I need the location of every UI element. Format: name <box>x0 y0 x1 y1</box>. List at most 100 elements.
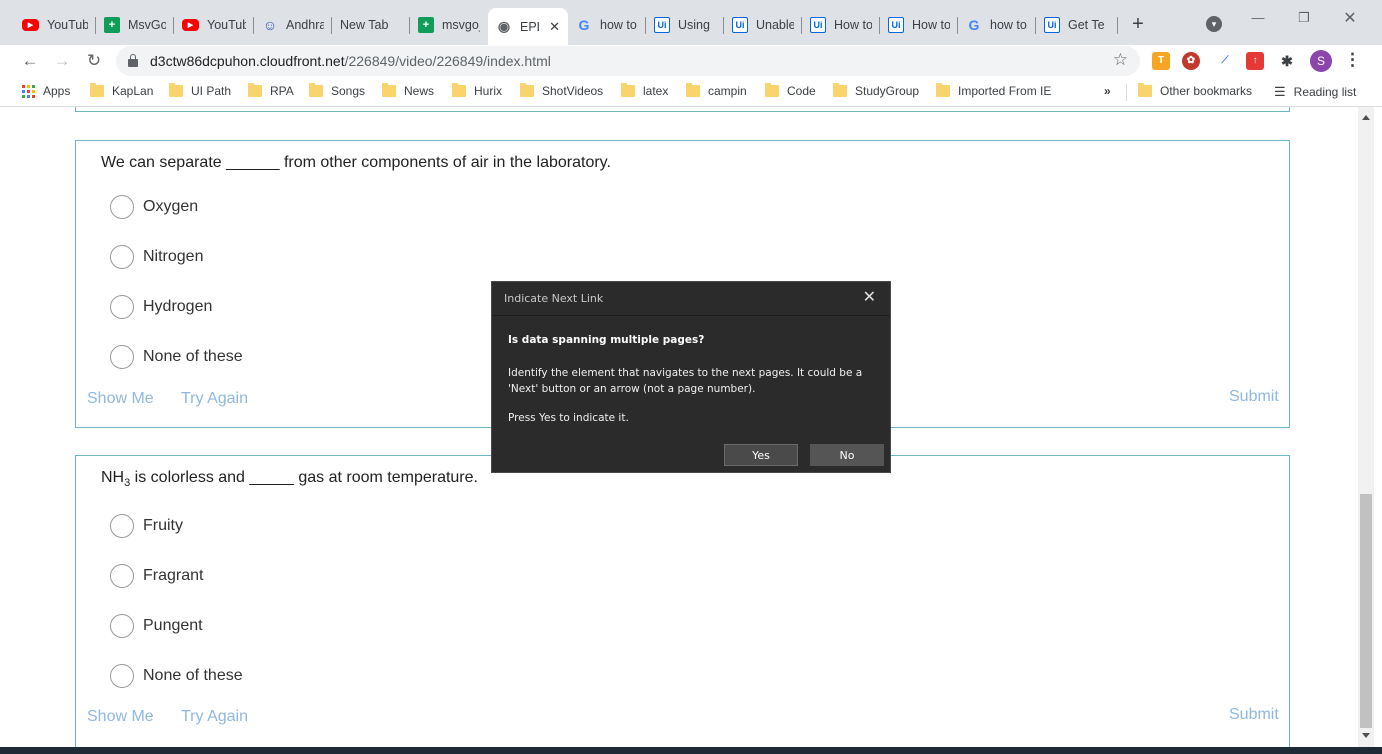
close-icon[interactable]: ✕ <box>863 287 876 306</box>
dialog-divider <box>492 315 890 316</box>
profile-avatar[interactable]: S <box>1310 50 1332 72</box>
bookmarks-divider <box>1126 84 1127 101</box>
radio-button[interactable] <box>110 195 134 219</box>
folder-icon <box>686 83 700 97</box>
folder-icon <box>936 83 950 97</box>
question-text: We can separate ______ from other compon… <box>101 154 611 171</box>
restore-icon[interactable]: ❐ <box>1284 10 1324 26</box>
browser-tab-active[interactable]: ◉ EPL ✕ <box>488 8 568 45</box>
extension-icon[interactable]: T <box>1152 52 1170 70</box>
uipath-icon: Ui <box>810 17 826 33</box>
minimize-icon[interactable]: — <box>1238 10 1278 25</box>
bookmark-folder[interactable]: Imported From IE <box>936 83 1051 98</box>
other-bookmarks[interactable]: Other bookmarks <box>1138 83 1252 98</box>
browser-tab[interactable]: Ui Get Te <box>1036 10 1118 40</box>
bookmark-folder[interactable]: KapLan <box>90 83 153 98</box>
bookmark-folder[interactable]: UI Path <box>169 83 231 98</box>
browser-tab[interactable]: Ui Unable <box>724 10 802 40</box>
browser-tab[interactable]: ▶ YouTub <box>14 10 96 40</box>
browser-tab[interactable]: Ui How to <box>880 10 958 40</box>
address-bar[interactable]: d3ctw86dcpuhon.cloudfront.net/226849/vid… <box>116 46 1140 76</box>
answer-option[interactable]: Pungent <box>110 614 203 638</box>
bookmark-star-icon[interactable]: ☆ <box>1113 50 1128 70</box>
submit-button[interactable]: Submit <box>1229 706 1279 724</box>
question-text: NH3 is colorless and _____ gas at room t… <box>101 469 478 490</box>
radio-button[interactable] <box>110 564 134 588</box>
folder-icon <box>90 83 104 97</box>
folder-icon <box>382 83 396 97</box>
window-close-icon[interactable]: ✕ <box>1330 8 1370 28</box>
bookmark-folder[interactable]: RPA <box>248 83 294 98</box>
bookmark-folder[interactable]: latex <box>621 83 668 98</box>
answer-option[interactable]: None of these <box>110 345 243 369</box>
page-scrollbar[interactable] <box>1358 107 1374 747</box>
url-text: d3ctw86dcpuhon.cloudfront.net/226849/vid… <box>150 53 551 69</box>
extension-icon[interactable]: ✿ <box>1182 52 1200 70</box>
sheets-icon: + <box>104 17 120 33</box>
close-tab-icon[interactable]: ✕ <box>549 19 560 35</box>
previous-question-card <box>75 107 1290 112</box>
radio-button[interactable] <box>110 295 134 319</box>
yes-button[interactable]: Yes <box>724 444 798 466</box>
indicate-next-link-dialog: Indicate Next Link ✕ Is data spanning mu… <box>491 281 891 473</box>
radio-button[interactable] <box>110 514 134 538</box>
radio-button[interactable] <box>110 664 134 688</box>
reading-list[interactable]: ☰ Reading list <box>1274 84 1356 100</box>
reload-icon[interactable]: ↻ <box>82 49 106 73</box>
bookmarks-bar: Apps KapLan UI Path RPA Songs News Hurix… <box>0 77 1382 107</box>
browser-tab[interactable]: Ui Using <box>646 10 724 40</box>
bookmark-apps[interactable]: Apps <box>22 84 70 98</box>
tab-search-icon[interactable]: ▾ <box>1206 16 1222 32</box>
dialog-hint: Press Yes to indicate it. <box>508 412 629 424</box>
google-icon: G <box>968 17 980 33</box>
bookmarks-overflow-button[interactable]: » <box>1104 84 1111 98</box>
browser-tab[interactable]: New Tab <box>332 10 410 40</box>
scrollbar-thumb[interactable] <box>1360 494 1372 728</box>
new-tab-button[interactable]: + <box>1126 12 1150 36</box>
os-taskbar <box>0 747 1382 754</box>
answer-option[interactable]: Fragrant <box>110 564 203 588</box>
answer-option[interactable]: Fruity <box>110 514 183 538</box>
answer-option[interactable]: Oxygen <box>110 195 198 219</box>
extension-icon[interactable]: ⟋ <box>1216 52 1234 70</box>
try-again-button[interactable]: Try Again <box>181 390 248 408</box>
browser-tab[interactable]: + msvgo_ <box>410 10 488 40</box>
bookmark-folder[interactable]: Code <box>765 83 816 98</box>
radio-button[interactable] <box>110 614 134 638</box>
browser-tab[interactable]: ☺ Andhra <box>254 10 332 40</box>
bookmark-folder[interactable]: campin <box>686 83 747 98</box>
answer-option[interactable]: Hydrogen <box>110 295 212 319</box>
browser-tab[interactable]: + MsvGo <box>96 10 174 40</box>
browser-tab[interactable]: G how to <box>958 10 1036 40</box>
scroll-down-icon[interactable] <box>1362 733 1370 738</box>
extension-icon[interactable]: ↑ <box>1246 52 1264 70</box>
reading-list-icon: ☰ <box>1274 84 1286 99</box>
bookmark-folder[interactable]: StudyGroup <box>833 83 919 98</box>
browser-tab[interactable]: Ui How to <box>802 10 880 40</box>
bookmark-folder[interactable]: News <box>382 83 434 98</box>
youtube-icon: ▶ <box>22 19 39 31</box>
folder-icon <box>169 83 183 97</box>
try-again-button[interactable]: Try Again <box>181 708 248 726</box>
scroll-up-icon[interactable] <box>1362 115 1370 120</box>
show-me-button[interactable]: Show Me <box>87 708 154 726</box>
radio-button[interactable] <box>110 245 134 269</box>
show-me-button[interactable]: Show Me <box>87 390 154 408</box>
browser-tab[interactable]: ▶ YouTub <box>174 10 254 40</box>
radio-button[interactable] <box>110 345 134 369</box>
menu-kebab-icon[interactable]: ⋮ <box>1344 50 1361 70</box>
bookmark-folder[interactable]: Hurix <box>452 83 502 98</box>
extensions-puzzle-icon[interactable]: ✱ <box>1278 52 1296 70</box>
bookmark-folder[interactable]: ShotVideos <box>520 83 603 98</box>
bookmark-folder[interactable]: Songs <box>309 83 365 98</box>
browser-tab[interactable]: G how to <box>568 10 646 40</box>
forward-icon[interactable]: → <box>50 49 74 73</box>
answer-option[interactable]: None of these <box>110 664 243 688</box>
back-icon[interactable]: ← <box>18 49 42 73</box>
andhra-icon: ☺ <box>262 17 278 33</box>
no-button[interactable]: No <box>810 444 884 466</box>
submit-button[interactable]: Submit <box>1229 388 1279 406</box>
dialog-message: Identify the element that navigates to t… <box>508 367 863 395</box>
answer-option[interactable]: Nitrogen <box>110 245 203 269</box>
folder-icon <box>1138 83 1152 97</box>
